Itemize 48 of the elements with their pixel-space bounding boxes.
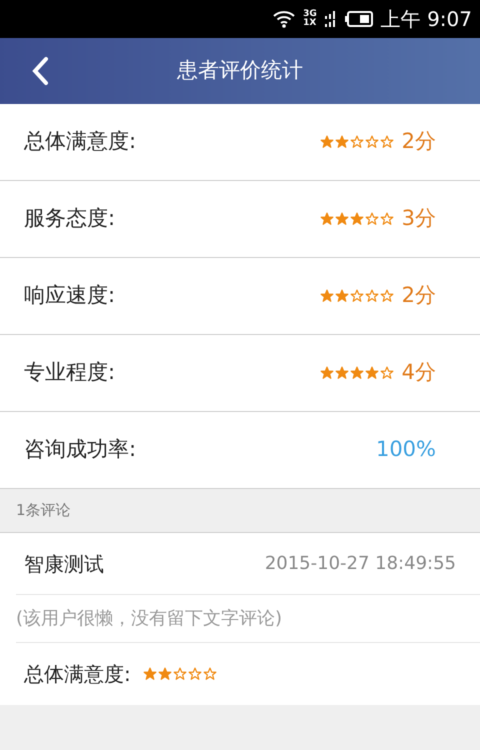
star-filled-icon (350, 366, 364, 380)
rating-label: 咨询成功率: (24, 436, 136, 464)
star-outline-icon (350, 135, 364, 149)
comment-count: 1条评论 (16, 500, 71, 522)
rating-label: 专业程度: (24, 359, 116, 386)
star-outline-icon (172, 667, 187, 681)
star-filled-icon (320, 289, 334, 303)
star-outline-icon (380, 212, 394, 226)
rating-label: 响应速度: (24, 282, 116, 310)
star-outline-icon (380, 135, 394, 149)
star-filled-icon (350, 212, 364, 226)
star-outline-icon (350, 289, 364, 303)
star-filled-icon (320, 212, 334, 226)
star-filled-icon (142, 667, 157, 681)
network-label: 1X (303, 19, 317, 28)
rating-label: 总体满意度: (24, 661, 131, 688)
clock: 上午 9:07 (380, 6, 472, 33)
star-filled-icon (334, 289, 349, 303)
comment-time: 2015-10-27 18:49:55 (264, 552, 456, 576)
star-filled-icon (334, 135, 349, 149)
rating-score: 4分 (402, 359, 436, 386)
star-filled-icon (320, 366, 334, 380)
star-outline-icon (364, 135, 379, 149)
star-outline-icon (364, 289, 379, 303)
star-filled-icon (158, 667, 172, 681)
battery-icon (344, 11, 373, 27)
network-label: 3G (303, 10, 317, 19)
rating-label: 总体满意度: (24, 128, 136, 156)
star-filled-icon (334, 366, 349, 380)
comment-text: (该用户很懒，没有留下文字评论) (16, 607, 282, 631)
star-outline-icon (202, 667, 217, 681)
rating-label: 服务态度: (24, 205, 116, 232)
rating-score: 3分 (402, 205, 436, 232)
star-outline-icon (188, 667, 202, 681)
back-icon (31, 56, 49, 86)
star-filled-icon (334, 212, 349, 226)
star-filled-icon (364, 366, 379, 380)
rating-score: 2分 (402, 282, 436, 310)
star-outline-icon (380, 366, 394, 380)
success-rate: 100% (376, 436, 436, 464)
star-outline-icon (364, 212, 379, 226)
rating-score: 2分 (402, 128, 436, 156)
page-title: 患者评价统计 (177, 57, 303, 84)
star-filled-icon (320, 135, 334, 149)
comment-user: 智康测试 (24, 550, 104, 578)
signal-icon (324, 11, 337, 27)
wifi-icon (273, 10, 296, 28)
star-outline-icon (380, 289, 394, 303)
